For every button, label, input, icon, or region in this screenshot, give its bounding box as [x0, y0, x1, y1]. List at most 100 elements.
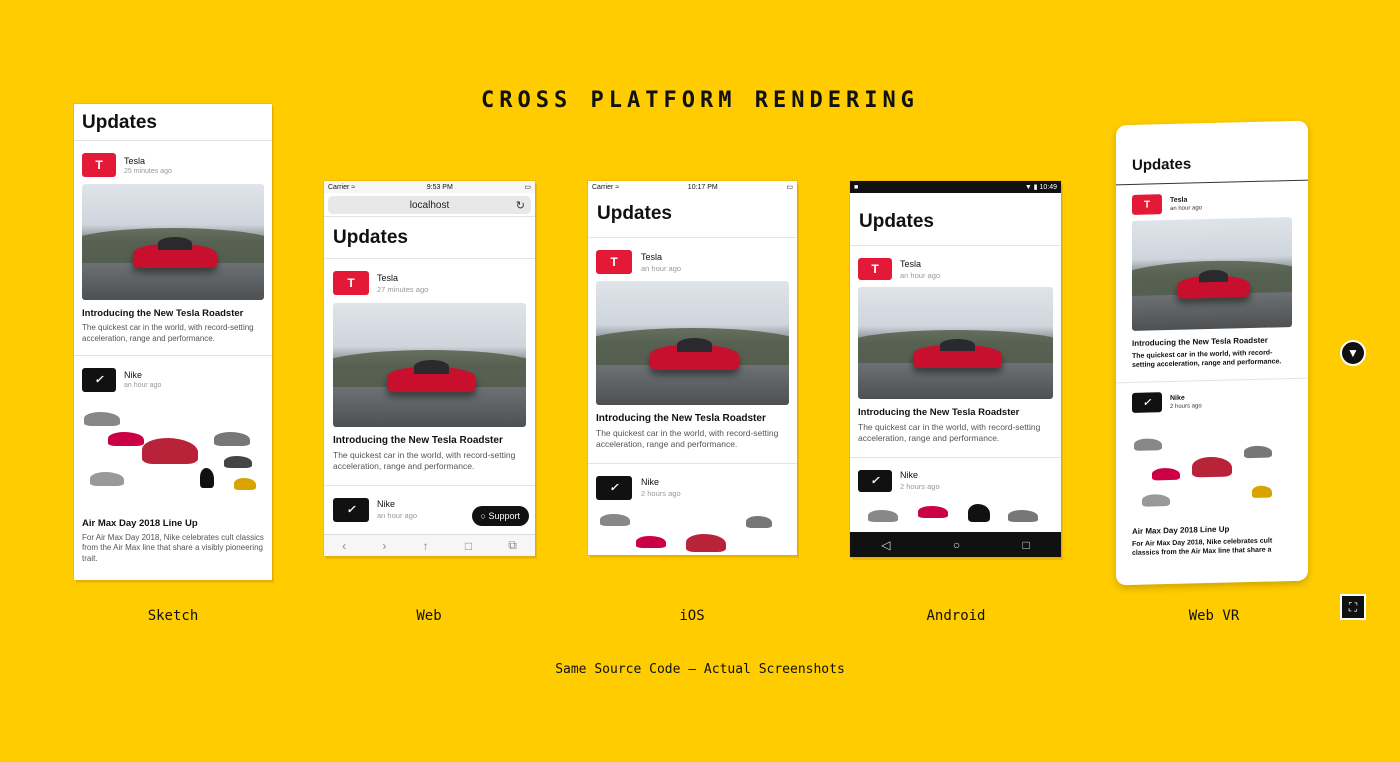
post-time: 25 minutes ago	[124, 167, 172, 175]
android-nav-bar: ◁ ○ □	[850, 532, 1061, 557]
nike-card[interactable]: ✓ Nike 2 hours ago	[850, 458, 1061, 540]
support-button[interactable]: ○ Support	[471, 506, 529, 526]
post-time: 2 hours ago	[900, 482, 940, 492]
webvr-frame: Updates T Tesla an hour ago Introducing …	[1116, 120, 1308, 586]
back-icon[interactable]: ‹	[342, 539, 346, 553]
nike-card[interactable]: ✓ Nike 2 hours ago	[588, 464, 797, 555]
tesla-logo-icon: T	[596, 250, 632, 274]
cardboard-vr-icon[interactable]: ▼	[1340, 340, 1366, 366]
brand-name: Tesla	[1170, 196, 1188, 204]
battery-icon: ▭	[786, 184, 793, 191]
roadster-image	[82, 184, 264, 300]
roadster-image	[596, 281, 789, 405]
roadster-image	[333, 303, 526, 427]
nike-card[interactable]: ✓ Nike an hour ago Air Max Day 2018 Line…	[74, 356, 272, 565]
fullscreen-icon[interactable]: ⛶	[1340, 594, 1366, 620]
sneakers-image	[1132, 415, 1292, 519]
roadster-image	[1132, 217, 1292, 331]
brand-name: Nike	[641, 477, 660, 488]
post-time: 27 minutes ago	[377, 284, 429, 294]
post-body: The quickest car in the world, with reco…	[82, 323, 254, 343]
feed-heading: Updates	[1116, 120, 1308, 186]
brand-name: Tesla	[124, 155, 146, 166]
roadster-image	[858, 287, 1053, 399]
battery-icon: ▭	[524, 184, 531, 191]
nike-card[interactable]: ✓ Nike 2 hours ago Air Max Day 2018 Line…	[1116, 379, 1308, 559]
brand-name: Tesla	[377, 272, 399, 283]
feed-heading: Updates	[850, 193, 1061, 246]
post-body: The quickest car in the world, with reco…	[858, 422, 1041, 444]
tesla-logo-icon: T	[82, 153, 116, 177]
post-body: For Air Max Day 2018, Nike celebrates cu…	[82, 532, 264, 564]
tesla-card[interactable]: T Tesla an hour ago Introducing the New …	[588, 238, 797, 464]
post-title: Introducing the New Tesla Roadster	[82, 308, 244, 319]
clock: 9:53 PM	[426, 183, 453, 191]
post-time: an hour ago	[641, 263, 682, 273]
ios-frame: Carrier ≈ 10:17 PM ▭ Updates T Tesla an …	[588, 181, 797, 555]
notification-icon: ■	[854, 183, 859, 191]
post-time: an hour ago	[1170, 204, 1203, 212]
status-bar: Carrier ≈ 9:53 PM ▭	[324, 181, 535, 193]
post-title: Introducing the New Tesla Roadster	[333, 435, 503, 446]
reload-icon[interactable]: ↻	[516, 199, 525, 212]
brand-name: Nike	[1170, 394, 1185, 402]
forward-icon[interactable]: ›	[382, 539, 386, 553]
nike-logo-icon: ✓	[596, 475, 632, 500]
tesla-card[interactable]: T Tesla an hour ago Introducing the New …	[850, 246, 1061, 458]
post-title: Air Max Day 2018 Line Up	[82, 517, 198, 529]
post-title: Introducing the New Tesla Roadster	[596, 413, 766, 424]
nike-logo-icon: ✓	[82, 367, 116, 392]
post-body: The quickest car in the world, with reco…	[1132, 349, 1282, 370]
tesla-logo-icon: T	[1132, 194, 1162, 215]
tesla-logo-icon: T	[858, 258, 892, 280]
post-body: The quickest car in the world, with reco…	[596, 428, 779, 450]
share-icon[interactable]: ↑	[423, 539, 429, 553]
post-time: an hour ago	[124, 382, 162, 390]
web-frame: Carrier ≈ 9:53 PM ▭ localhost ↻ Updates …	[324, 181, 535, 556]
caption: Same Source Code – Actual Screenshots	[555, 662, 845, 677]
tesla-card[interactable]: T Tesla 27 minutes ago Introducing the N…	[324, 259, 535, 486]
post-title: Introducing the New Tesla Roadster	[858, 407, 1020, 418]
feed-heading: Updates	[588, 193, 797, 238]
tabs-icon[interactable]: ⧉	[508, 538, 517, 553]
nike-logo-icon: ✓	[1132, 392, 1162, 413]
home-icon[interactable]: ○	[953, 538, 960, 552]
clock: ▼ ▮ 10:49	[1024, 184, 1057, 191]
carrier-label: Carrier ≈	[328, 183, 356, 191]
status-bar: ■ ▼ ▮ 10:49	[850, 181, 1061, 193]
label-webvr: Web VR	[1188, 608, 1240, 624]
android-frame: ■ ▼ ▮ 10:49 Updates T Tesla an hour ago …	[850, 181, 1061, 557]
sneakers-image	[82, 397, 264, 510]
clock: 10:17 PM	[687, 183, 718, 191]
bookmarks-icon[interactable]: □	[465, 539, 472, 553]
sketch-frame: Updates T Tesla 25 minutes ago Introduci…	[74, 104, 272, 580]
brand-name: Nike	[377, 499, 396, 510]
nike-logo-icon: ✓	[858, 469, 892, 492]
label-ios: iOS	[679, 608, 705, 624]
tesla-card[interactable]: T Tesla 25 minutes ago Introducing the N…	[74, 141, 272, 356]
post-body: The quickest car in the world, with reco…	[333, 450, 516, 472]
post-time: an hour ago	[900, 270, 941, 280]
post-title: Air Max Day 2018 Line Up	[1132, 524, 1230, 536]
brand-name: Tesla	[641, 251, 663, 262]
recents-icon[interactable]: □	[1023, 538, 1030, 552]
feed-heading: Updates	[74, 104, 272, 141]
back-icon[interactable]: ◁	[881, 538, 890, 552]
carrier-label: Carrier ≈	[592, 183, 620, 191]
label-sketch: Sketch	[147, 608, 199, 624]
post-body: For Air Max Day 2018, Nike celebrates cu…	[1132, 537, 1273, 558]
post-time: 2 hours ago	[641, 489, 681, 499]
address-bar[interactable]: localhost ↻	[328, 196, 531, 214]
brand-name: Nike	[900, 470, 919, 481]
feed-heading: Updates	[324, 216, 535, 259]
label-android: Android	[926, 608, 986, 624]
status-bar: Carrier ≈ 10:17 PM ▭	[588, 181, 797, 193]
label-web: Web	[416, 608, 442, 624]
post-time: an hour ago	[377, 511, 418, 521]
sneakers-image	[596, 507, 789, 555]
post-time: 2 hours ago	[1170, 402, 1202, 410]
brand-name: Nike	[124, 370, 143, 381]
post-title: Introducing the New Tesla Roadster	[1132, 335, 1268, 348]
browser-toolbar: ‹ › ↑ □ ⧉	[324, 534, 535, 556]
tesla-card[interactable]: T Tesla an hour ago Introducing the New …	[1116, 180, 1308, 384]
